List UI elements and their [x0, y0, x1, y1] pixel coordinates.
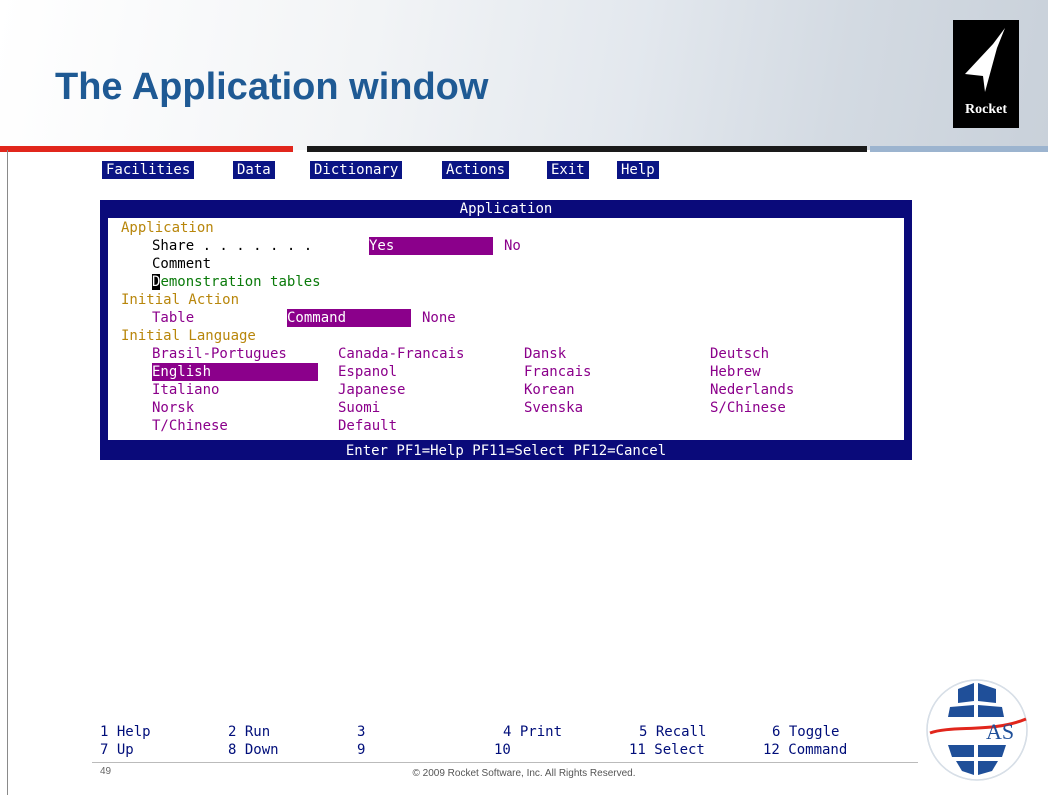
lang-option[interactable]: Canada-Francais: [338, 345, 464, 363]
pf-key[interactable]: 6 Toggle: [772, 723, 839, 741]
section-application: Application: [121, 220, 214, 236]
menu-exit[interactable]: Exit: [547, 161, 589, 179]
lang-option[interactable]: Hebrew: [710, 363, 761, 381]
slide-title: The Application window: [55, 66, 489, 108]
menu-dictionary[interactable]: Dictionary: [310, 161, 403, 179]
globe-icon: AS: [926, 679, 1028, 781]
pf-key[interactable]: 2 Run: [228, 723, 270, 741]
pf-key[interactable]: 7 Up: [100, 741, 134, 759]
menu-data[interactable]: Data: [233, 161, 275, 179]
logo-text: Rocket: [965, 102, 1007, 117]
action-none-option[interactable]: None: [422, 309, 456, 327]
pf-key[interactable]: 11 Select: [629, 741, 705, 759]
comment-value: emonstration tables: [160, 274, 321, 290]
lang-option[interactable]: Korean: [524, 381, 575, 399]
lang-option-selected[interactable]: English: [152, 363, 318, 381]
pf-key[interactable]: 4 Print: [503, 723, 562, 741]
accent-rule-black: [307, 146, 867, 152]
terminal-screen: Facilities Data Dictionary Actions Exit …: [92, 156, 918, 759]
accent-rule-red: [0, 146, 293, 152]
lang-option[interactable]: Nederlands: [710, 381, 794, 399]
lang-option[interactable]: S/Chinese: [710, 399, 786, 417]
rocket-logo: Rocket: [953, 20, 1019, 128]
comment-field[interactable]: Demonstration tables: [152, 273, 321, 291]
lang-option[interactable]: Brasil-Portugues: [152, 345, 287, 363]
menu-facilities[interactable]: Facilities: [102, 161, 195, 179]
dialog-footer-keys: Enter PF1=Help PF11=Select PF12=Cancel: [345, 443, 667, 459]
lang-option[interactable]: Svenska: [524, 399, 583, 417]
lang-option[interactable]: Dansk: [524, 345, 566, 363]
lang-option[interactable]: Norsk: [152, 399, 194, 417]
badge-text: AS: [986, 719, 1014, 744]
dialog-title: Application: [459, 201, 553, 217]
share-no-option[interactable]: No: [504, 237, 521, 255]
pf-key[interactable]: 9: [357, 741, 365, 759]
pf-key[interactable]: 3: [357, 723, 365, 741]
menu-help[interactable]: Help: [617, 161, 659, 179]
section-initial-action: Initial Action: [121, 292, 240, 308]
lang-option[interactable]: Default: [338, 417, 397, 435]
copyright-notice: © 2009 Rocket Software, Inc. All Rights …: [412, 768, 636, 779]
rocket-icon: [965, 28, 1005, 92]
menu-actions[interactable]: Actions: [442, 161, 510, 179]
lang-option[interactable]: Japanese: [338, 381, 405, 399]
slide-edge: [7, 150, 8, 795]
footer-divider: [92, 762, 918, 763]
lang-option[interactable]: Italiano: [152, 381, 219, 399]
lang-option[interactable]: Espanol: [338, 363, 397, 381]
share-label: Share . . . . . . .: [152, 238, 313, 254]
pf-key[interactable]: 1 Help: [100, 723, 151, 741]
action-table-option[interactable]: Table: [152, 309, 194, 327]
as-globe-logo: AS: [922, 675, 1032, 785]
lang-option[interactable]: T/Chinese: [152, 417, 228, 435]
pf-key[interactable]: 8 Down: [228, 741, 279, 759]
accent-rule-blue: [870, 146, 1048, 152]
comment-label: Comment: [152, 256, 212, 272]
section-initial-language: Initial Language: [121, 328, 256, 344]
pf-key[interactable]: 12 Command: [763, 741, 847, 759]
pf-key[interactable]: 10: [494, 741, 511, 759]
pf-key[interactable]: 5 Recall: [639, 723, 706, 741]
lang-option[interactable]: Deutsch: [710, 345, 769, 363]
lang-option[interactable]: Francais: [524, 363, 591, 381]
share-yes-option[interactable]: Yes: [369, 237, 493, 255]
action-command-option[interactable]: Command: [287, 309, 411, 327]
lang-option[interactable]: Suomi: [338, 399, 380, 417]
